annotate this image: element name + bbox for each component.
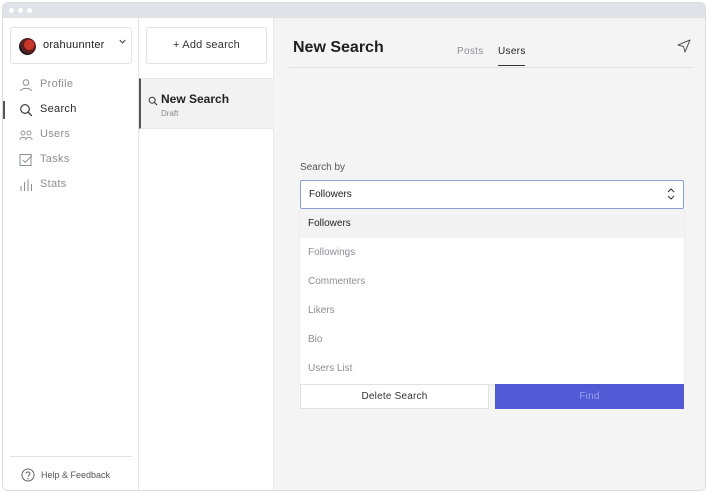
search-by-label: Search by — [300, 162, 346, 173]
find-button[interactable]: Find — [495, 384, 684, 409]
window-dot-icon[interactable] — [27, 8, 32, 13]
sidebar-item-search[interactable]: Search — [3, 100, 138, 122]
search-title: New Search — [161, 92, 230, 106]
help-label: Help & Feedback — [41, 470, 111, 480]
search-icon — [148, 93, 158, 111]
window-dot-icon[interactable] — [18, 8, 23, 13]
window-dot-icon[interactable] — [9, 8, 14, 13]
page-title: New Search — [293, 39, 384, 56]
app-window: orahuunnter Profile Search Users Tasks S… — [2, 2, 706, 491]
users-icon — [19, 128, 33, 142]
dropdown-option[interactable]: Followers — [300, 209, 684, 238]
username: orahuunnter — [43, 39, 105, 51]
avatar — [19, 38, 36, 55]
tab-users[interactable]: Users — [498, 46, 526, 57]
title-bar — [3, 3, 705, 18]
dropdown-option[interactable]: Commenters — [300, 267, 684, 296]
main-panel: New Search Posts Users Search by Followe… — [274, 18, 705, 490]
search-icon — [19, 103, 33, 117]
divider — [10, 456, 132, 457]
sidebar-item-profile[interactable]: Profile — [3, 75, 138, 97]
sidebar-item-tasks[interactable]: Tasks — [3, 150, 138, 172]
sidebar: orahuunnter Profile Search Users Tasks S… — [3, 18, 139, 490]
sidebar-item-label: Tasks — [40, 153, 70, 165]
tab-underline — [498, 65, 525, 66]
dropdown-option[interactable]: Followings — [300, 238, 684, 267]
select-arrows-icon — [667, 187, 675, 201]
person-icon — [19, 78, 33, 92]
sidebar-item-label: Users — [40, 128, 71, 140]
add-search-button[interactable]: + Add search — [146, 27, 267, 64]
search-list-item[interactable]: New Search Draft — [139, 78, 274, 129]
dropdown-option[interactable]: Bio — [300, 325, 684, 354]
dropdown-option[interactable]: Likers — [300, 296, 684, 325]
sidebar-item-label: Stats — [40, 178, 67, 190]
tasks-icon — [19, 153, 33, 167]
help-icon — [21, 468, 35, 484]
active-indicator — [3, 101, 5, 119]
search-by-select[interactable]: Followers — [300, 180, 684, 209]
account-switcher[interactable]: orahuunnter — [10, 27, 132, 64]
sidebar-item-stats[interactable]: Stats — [3, 175, 138, 197]
sidebar-item-users[interactable]: Users — [3, 125, 138, 147]
dropdown-option[interactable]: Users List — [300, 354, 684, 383]
main-header: New Search Posts Users — [274, 18, 705, 68]
stats-icon — [19, 178, 33, 192]
sidebar-item-label: Profile — [40, 78, 74, 90]
search-by-dropdown: Followers Followings Commenters Likers B… — [300, 209, 684, 384]
delete-search-button[interactable]: Delete Search — [300, 384, 489, 409]
chevron-down-icon — [118, 37, 127, 49]
search-status: Draft — [161, 109, 179, 118]
divider — [289, 67, 694, 68]
send-icon[interactable] — [677, 39, 691, 53]
searches-panel: + Add search New Search Draft — [139, 18, 274, 490]
sidebar-item-label: Search — [40, 103, 77, 115]
tab-posts[interactable]: Posts — [457, 46, 484, 57]
select-value: Followers — [309, 189, 352, 200]
